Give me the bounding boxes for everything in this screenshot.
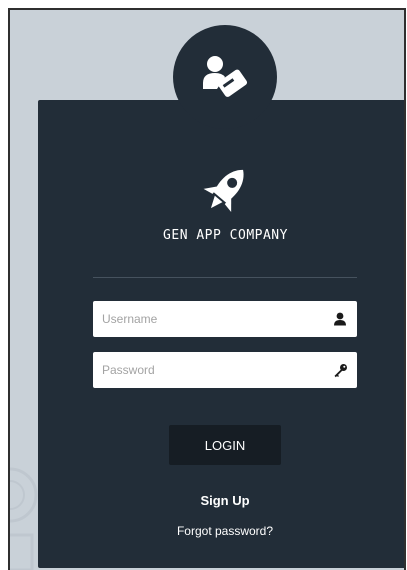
- username-input[interactable]: [93, 301, 327, 337]
- key-icon: [327, 352, 353, 388]
- user-badge-icon: [203, 56, 248, 97]
- login-page: GEN APP COMPANY LOGIN Sign Up Forgot pas…: [8, 8, 406, 570]
- divider: [93, 277, 357, 278]
- rocket-icon: [203, 169, 244, 213]
- password-input[interactable]: [93, 352, 327, 388]
- forgot-password-link[interactable]: Forgot password?: [130, 524, 320, 538]
- user-icon: [327, 301, 353, 337]
- password-field[interactable]: [93, 352, 357, 388]
- login-button[interactable]: LOGIN: [169, 425, 281, 465]
- company-name: GEN APP COMPANY: [163, 228, 288, 243]
- signup-link[interactable]: Sign Up: [150, 493, 300, 508]
- avatar: [173, 25, 277, 129]
- username-field[interactable]: [93, 301, 357, 337]
